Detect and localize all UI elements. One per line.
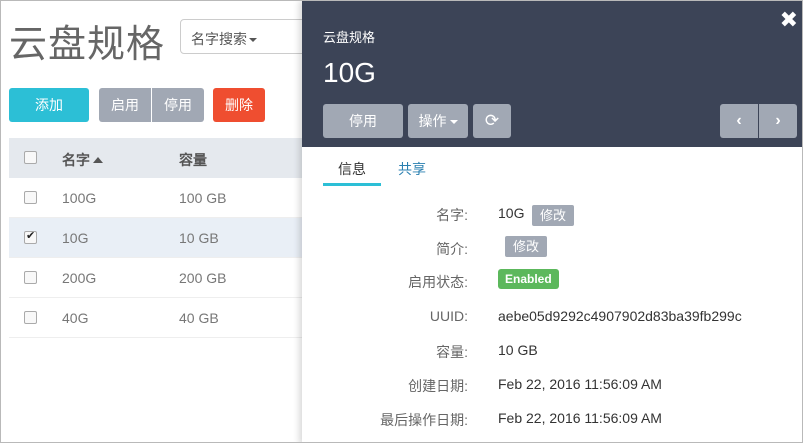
detail-panel: 云盘规格 10G ✖ 停用 操作 ⟳ ‹ › 信息 共享 名字: 10G 修改 … [302,1,802,442]
actions-label: 操作 [418,113,447,129]
column-name-label: 名字 [62,152,90,168]
created-date-value: Feb 22, 2016 11:56:09 AM [498,376,662,392]
table-row[interactable]: 200G 200 GB [9,258,309,298]
enable-button[interactable]: 启用 [99,88,151,122]
edit-description-button[interactable]: 修改 [505,236,547,257]
search-field-dropdown[interactable]: 名字搜索 [180,19,320,54]
uuid-value: aebe05d9292c4907902d83ba39fb299c [498,308,742,324]
name-value: 10G [498,205,525,221]
row-capacity: 100 GB [179,190,227,206]
select-all-checkbox[interactable] [24,151,37,164]
status-badge: Enabled [498,269,559,289]
actions-dropdown-button[interactable]: 操作 [408,104,468,138]
refresh-button[interactable]: ⟳ [473,104,511,138]
description-label: 简介: [436,241,468,257]
column-header-name[interactable]: 名字 [62,150,103,170]
delete-button[interactable]: 删除 [213,88,265,122]
edit-name-button[interactable]: 修改 [532,205,574,226]
sort-asc-icon [93,156,103,163]
capacity-label: 容量: [436,344,468,360]
row-name: 40G [62,310,89,326]
next-button[interactable]: › [759,104,797,138]
list-page: 云盘规格 名字搜索 添加 启用 停用 删除 名字 容量 100G 100 GB … [1,1,320,442]
detail-tabs: 信息 共享 [323,147,783,187]
row-capacity: 40 GB [179,310,219,326]
search-dropdown-label: 名字搜索 [191,31,247,47]
last-op-date-label: 最后操作日期: [380,412,468,428]
refresh-icon: ⟳ [484,111,500,130]
page-title: 云盘规格 [9,22,166,66]
row-capacity: 10 GB [179,230,219,246]
table-row[interactable]: 100G 100 GB [9,178,309,218]
chevron-left-icon: ‹ [736,112,742,129]
detail-title: 10G [323,57,376,88]
disable-button[interactable]: 停用 [152,88,204,122]
last-op-date-value: Feb 22, 2016 11:56:09 AM [498,410,662,426]
row-checkbox[interactable] [24,271,37,284]
created-date-label: 创建日期: [408,378,468,394]
status-label: 启用状态: [408,274,468,290]
caret-down-icon [249,38,257,43]
row-name: 200G [62,270,97,286]
row-capacity: 200 GB [179,270,227,286]
chevron-right-icon: › [775,112,781,129]
tab-share[interactable]: 共享 [398,159,426,179]
detail-subtitle: 云盘规格 [323,30,376,45]
detail-header: 云盘规格 10G ✖ 停用 操作 ⟳ ‹ › [302,1,802,147]
row-name: 100G [62,190,97,206]
active-tab-indicator [323,183,381,186]
column-header-capacity[interactable]: 容量 [179,150,207,170]
app-frame: 云盘规格 名字搜索 添加 启用 停用 删除 名字 容量 100G 100 GB … [0,0,803,443]
table-row[interactable]: 40G 40 GB [9,298,309,338]
previous-button[interactable]: ‹ [720,104,758,138]
tab-info[interactable]: 信息 [323,159,381,179]
disk-offering-table: 名字 容量 100G 100 GB 10G 10 GB 200G 200 GB … [9,138,309,338]
row-checkbox[interactable] [24,191,37,204]
uuid-label: UUID: [429,308,468,324]
caret-down-icon [449,120,458,125]
add-button[interactable]: 添加 [9,88,89,122]
close-icon[interactable]: ✖ [780,9,798,31]
row-checkbox[interactable] [24,229,37,244]
table-row[interactable]: 10G 10 GB [9,218,309,258]
row-checkbox[interactable] [24,311,37,324]
table-header: 名字 容量 [9,138,309,178]
detail-disable-button[interactable]: 停用 [323,104,403,138]
name-label: 名字: [436,207,468,223]
capacity-value: 10 GB [498,342,538,358]
row-name: 10G [62,230,89,246]
